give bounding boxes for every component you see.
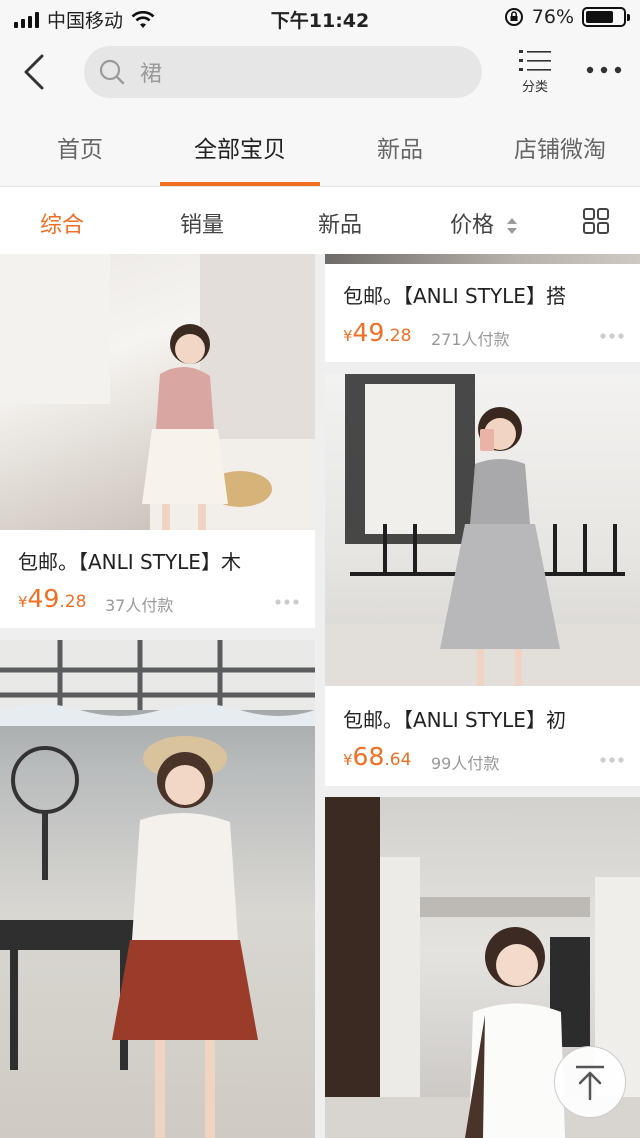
product-price: ¥68.64 [343, 742, 412, 771]
search-input[interactable]: 裙 [84, 46, 482, 98]
product-photo [0, 254, 315, 530]
more-options-icon[interactable] [275, 598, 299, 606]
sort-comprehensive[interactable]: 综合 [40, 207, 84, 239]
store-tabs: 首页 全部宝贝 新品 店铺微淘 [0, 110, 640, 186]
product-price: ¥49.28 [343, 318, 412, 347]
product-card[interactable]: 包邮。【ANLI STYLE】木 ¥49.28 37人付款 [0, 254, 315, 628]
product-price: ¥49.28 [18, 584, 87, 613]
sort-new[interactable]: 新品 [318, 207, 362, 239]
search-header: 裙 分类 [0, 36, 640, 110]
product-title: 包邮。【ANLI STYLE】搭 [343, 284, 566, 308]
search-icon [99, 59, 125, 85]
category-button[interactable]: 分类 [508, 48, 562, 102]
list-icon [519, 50, 551, 71]
back-to-top-button[interactable] [554, 1046, 626, 1118]
search-query: 裙 [140, 62, 163, 87]
category-label: 分类 [521, 80, 548, 95]
product-photo [325, 374, 640, 686]
tab-new[interactable]: 新品 [320, 130, 480, 164]
tab-home[interactable]: 首页 [0, 130, 160, 164]
arrow-up-icon [576, 1065, 604, 1101]
sort-sales[interactable]: 销量 [180, 207, 224, 239]
product-card[interactable]: 包邮。【ANLI STYLE】初 ¥68.64 99人付款 [325, 374, 640, 786]
product-buyers: 99人付款 [431, 754, 500, 773]
sort-arrows-icon [507, 218, 518, 234]
sort-price-label: 价格 [450, 213, 495, 238]
product-title: 包邮。【ANLI STYLE】木 [18, 550, 241, 574]
product-buyers: 37人付款 [105, 596, 174, 615]
sort-price[interactable]: 价格 [450, 207, 518, 239]
product-image [325, 374, 640, 686]
battery-icon [582, 7, 630, 27]
product-title: 包邮。【ANLI STYLE】初 [343, 708, 566, 732]
more-options-icon[interactable] [600, 756, 624, 764]
product-photo [0, 640, 315, 1138]
status-right: 76% [504, 6, 630, 28]
rotation-lock-icon [504, 8, 523, 26]
tab-all-items[interactable]: 全部宝贝 [160, 130, 320, 164]
product-card[interactable] [0, 640, 315, 1138]
battery-percent: 76% [531, 6, 574, 28]
product-card[interactable]: 包邮。【ANLI STYLE】搭 ¥49.28 271人付款 [325, 254, 640, 362]
tab-store-feed[interactable]: 店铺微淘 [480, 130, 640, 164]
battery-fill [586, 11, 614, 23]
grid-view-icon[interactable] [582, 207, 610, 235]
more-icon[interactable] [584, 58, 624, 82]
product-photo [325, 254, 640, 264]
product-image [0, 254, 315, 530]
more-options-icon[interactable] [600, 332, 624, 340]
product-image [0, 640, 315, 1138]
sort-bar: 综合 销量 新品 价格 [0, 186, 640, 254]
back-arrow-icon[interactable] [18, 52, 52, 92]
status-bar: 中国移动 下午11:42 76% [0, 0, 640, 36]
product-buyers: 271人付款 [431, 330, 510, 349]
